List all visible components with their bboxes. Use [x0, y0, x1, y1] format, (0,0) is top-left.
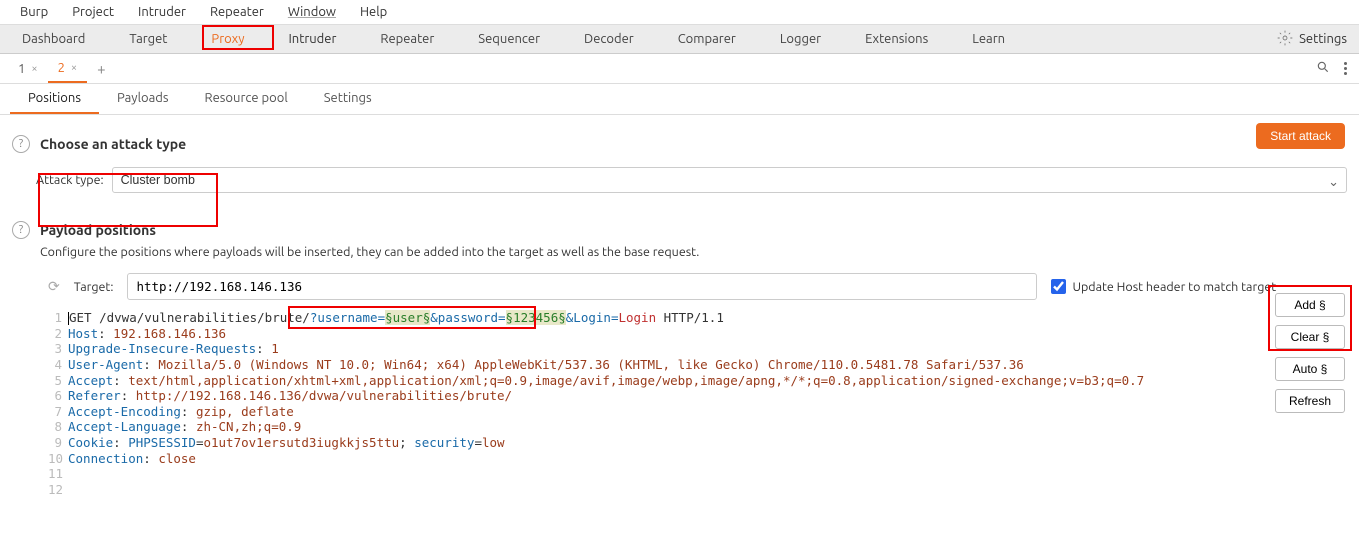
tab-comparer[interactable]: Comparer — [656, 25, 758, 53]
side-buttons: Add § Clear § Auto § Refresh — [1275, 293, 1345, 413]
help-icon[interactable]: ? — [12, 135, 30, 153]
payload-positions-description: Configure the positions where payloads w… — [40, 245, 1347, 259]
refresh-button[interactable]: Refresh — [1275, 389, 1345, 413]
tab-learn[interactable]: Learn — [950, 25, 1027, 53]
help-icon[interactable]: ? — [12, 221, 30, 239]
gear-icon[interactable] — [1277, 30, 1293, 49]
menu-repeater[interactable]: Repeater — [198, 2, 276, 22]
tab-sequencer[interactable]: Sequencer — [456, 25, 562, 53]
line-number: 5 — [48, 373, 68, 389]
line-number: 12 — [48, 482, 68, 498]
menubar: Burp Project Intruder Repeater Window He… — [0, 0, 1359, 25]
menu-intruder[interactable]: Intruder — [126, 2, 198, 22]
add-marker-button[interactable]: Add § — [1275, 293, 1345, 317]
tab-dashboard[interactable]: Dashboard — [0, 25, 107, 53]
auto-marker-button[interactable]: Auto § — [1275, 357, 1345, 381]
header-key: Accept-Language — [68, 419, 181, 434]
header-key: Referer — [68, 388, 121, 403]
header-host-value: 192.168.146.136 — [113, 326, 226, 341]
section-payload-positions-title: Payload positions — [40, 222, 156, 238]
line-number: 10 — [48, 451, 68, 467]
attack-type-select[interactable] — [112, 167, 1347, 193]
param-login-key: Login — [573, 310, 611, 325]
http-version: HTTP/1.1 — [656, 310, 724, 325]
clear-marker-button[interactable]: Clear § — [1275, 325, 1345, 349]
param-password-marker: §123456§ — [506, 310, 566, 325]
tab-logger[interactable]: Logger — [758, 25, 843, 53]
attack-type-label: Attack type: — [36, 173, 104, 187]
cookie-key: PHPSESSID — [128, 435, 196, 450]
cookie-value: o1ut7ov1ersutd3iugkkjs5ttu — [203, 435, 399, 450]
line-number: 6 — [48, 388, 68, 404]
update-host-checkbox[interactable] — [1051, 279, 1066, 294]
sub-tabs: Positions Payloads Resource pool Setting… — [0, 84, 1359, 115]
section-attack-type-title: Choose an attack type — [40, 136, 186, 152]
tab-proxy[interactable]: Proxy — [189, 25, 266, 53]
close-icon[interactable]: × — [31, 63, 37, 75]
subtab-positions[interactable]: Positions — [10, 84, 99, 114]
numtab-2-label: 2 — [58, 61, 65, 75]
line-number: 8 — [48, 419, 68, 435]
line-number: 9 — [48, 435, 68, 451]
subtab-settings[interactable]: Settings — [306, 84, 390, 114]
close-icon[interactable]: × — [71, 62, 77, 74]
cookie-value: low — [482, 435, 505, 450]
request-editor[interactable]: 1GET /dvwa/vulnerabilities/brute/?userna… — [48, 310, 1247, 498]
update-host-label: Update Host header to match target — [1072, 280, 1276, 294]
header-value: close — [158, 451, 196, 466]
request-path: GET /dvwa/vulnerabilities/brute/ — [69, 310, 310, 325]
header-key: Connection — [68, 451, 143, 466]
line-number: 3 — [48, 341, 68, 357]
header-value: http://192.168.146.136/dvwa/vulnerabilit… — [136, 388, 512, 403]
menu-project[interactable]: Project — [60, 2, 126, 22]
menu-window[interactable]: Window — [276, 2, 348, 22]
add-tab-button[interactable]: + — [87, 54, 115, 83]
param-username-key: username — [317, 310, 377, 325]
header-key: User-Agent — [68, 357, 143, 372]
line-number: 1 — [48, 310, 68, 326]
header-key: Upgrade-Insecure-Requests — [68, 341, 256, 356]
settings-label[interactable]: Settings — [1299, 32, 1347, 46]
content-area: Start attack ? Choose an attack type Att… — [0, 115, 1359, 508]
more-icon[interactable] — [1344, 62, 1347, 75]
header-host-key: Host — [68, 326, 98, 341]
header-value: text/html,application/xhtml+xml,applicat… — [128, 373, 1144, 388]
header-key: Accept-Encoding — [68, 404, 181, 419]
header-value: zh-CN,zh;q=0.9 — [196, 419, 301, 434]
header-value: 1 — [271, 341, 279, 356]
tab-extensions[interactable]: Extensions — [843, 25, 950, 53]
cookie-key: security — [414, 435, 474, 450]
line-number: 2 — [48, 326, 68, 342]
header-cookie-key: Cookie — [68, 435, 113, 450]
tab-decoder[interactable]: Decoder — [562, 25, 656, 53]
header-value: Mozilla/5.0 (Windows NT 10.0; Win64; x64… — [158, 357, 1023, 372]
numtab-1-label: 1 — [18, 62, 25, 76]
header-value: gzip, deflate — [196, 404, 294, 419]
line-number: 11 — [48, 466, 68, 482]
amp: & — [430, 310, 438, 325]
tab-target[interactable]: Target — [107, 25, 189, 53]
main-tabbar: Dashboard Target Proxy Intruder Repeater… — [0, 25, 1359, 54]
line-number: 4 — [48, 357, 68, 373]
tab-intruder[interactable]: Intruder — [266, 25, 358, 53]
param-login-value: Login — [618, 310, 656, 325]
numtab-1[interactable]: 1 × — [8, 56, 48, 82]
header-key: Accept — [68, 373, 113, 388]
target-label: Target: — [74, 280, 114, 294]
numtab-2[interactable]: 2 × — [48, 55, 88, 83]
numbered-tabs: 1 × 2 × + — [0, 54, 1359, 84]
target-input[interactable] — [127, 273, 1037, 300]
subtab-payloads[interactable]: Payloads — [99, 84, 187, 114]
tab-repeater[interactable]: Repeater — [358, 25, 456, 53]
line-number: 7 — [48, 404, 68, 420]
param-username-marker: §user§ — [385, 310, 430, 325]
subtab-resource-pool[interactable]: Resource pool — [187, 84, 306, 114]
search-icon[interactable] — [1316, 60, 1330, 77]
param-password-key: password — [438, 310, 498, 325]
menu-burp[interactable]: Burp — [8, 2, 60, 22]
menu-help[interactable]: Help — [348, 2, 399, 22]
loading-icon: ⟳ — [48, 278, 60, 295]
